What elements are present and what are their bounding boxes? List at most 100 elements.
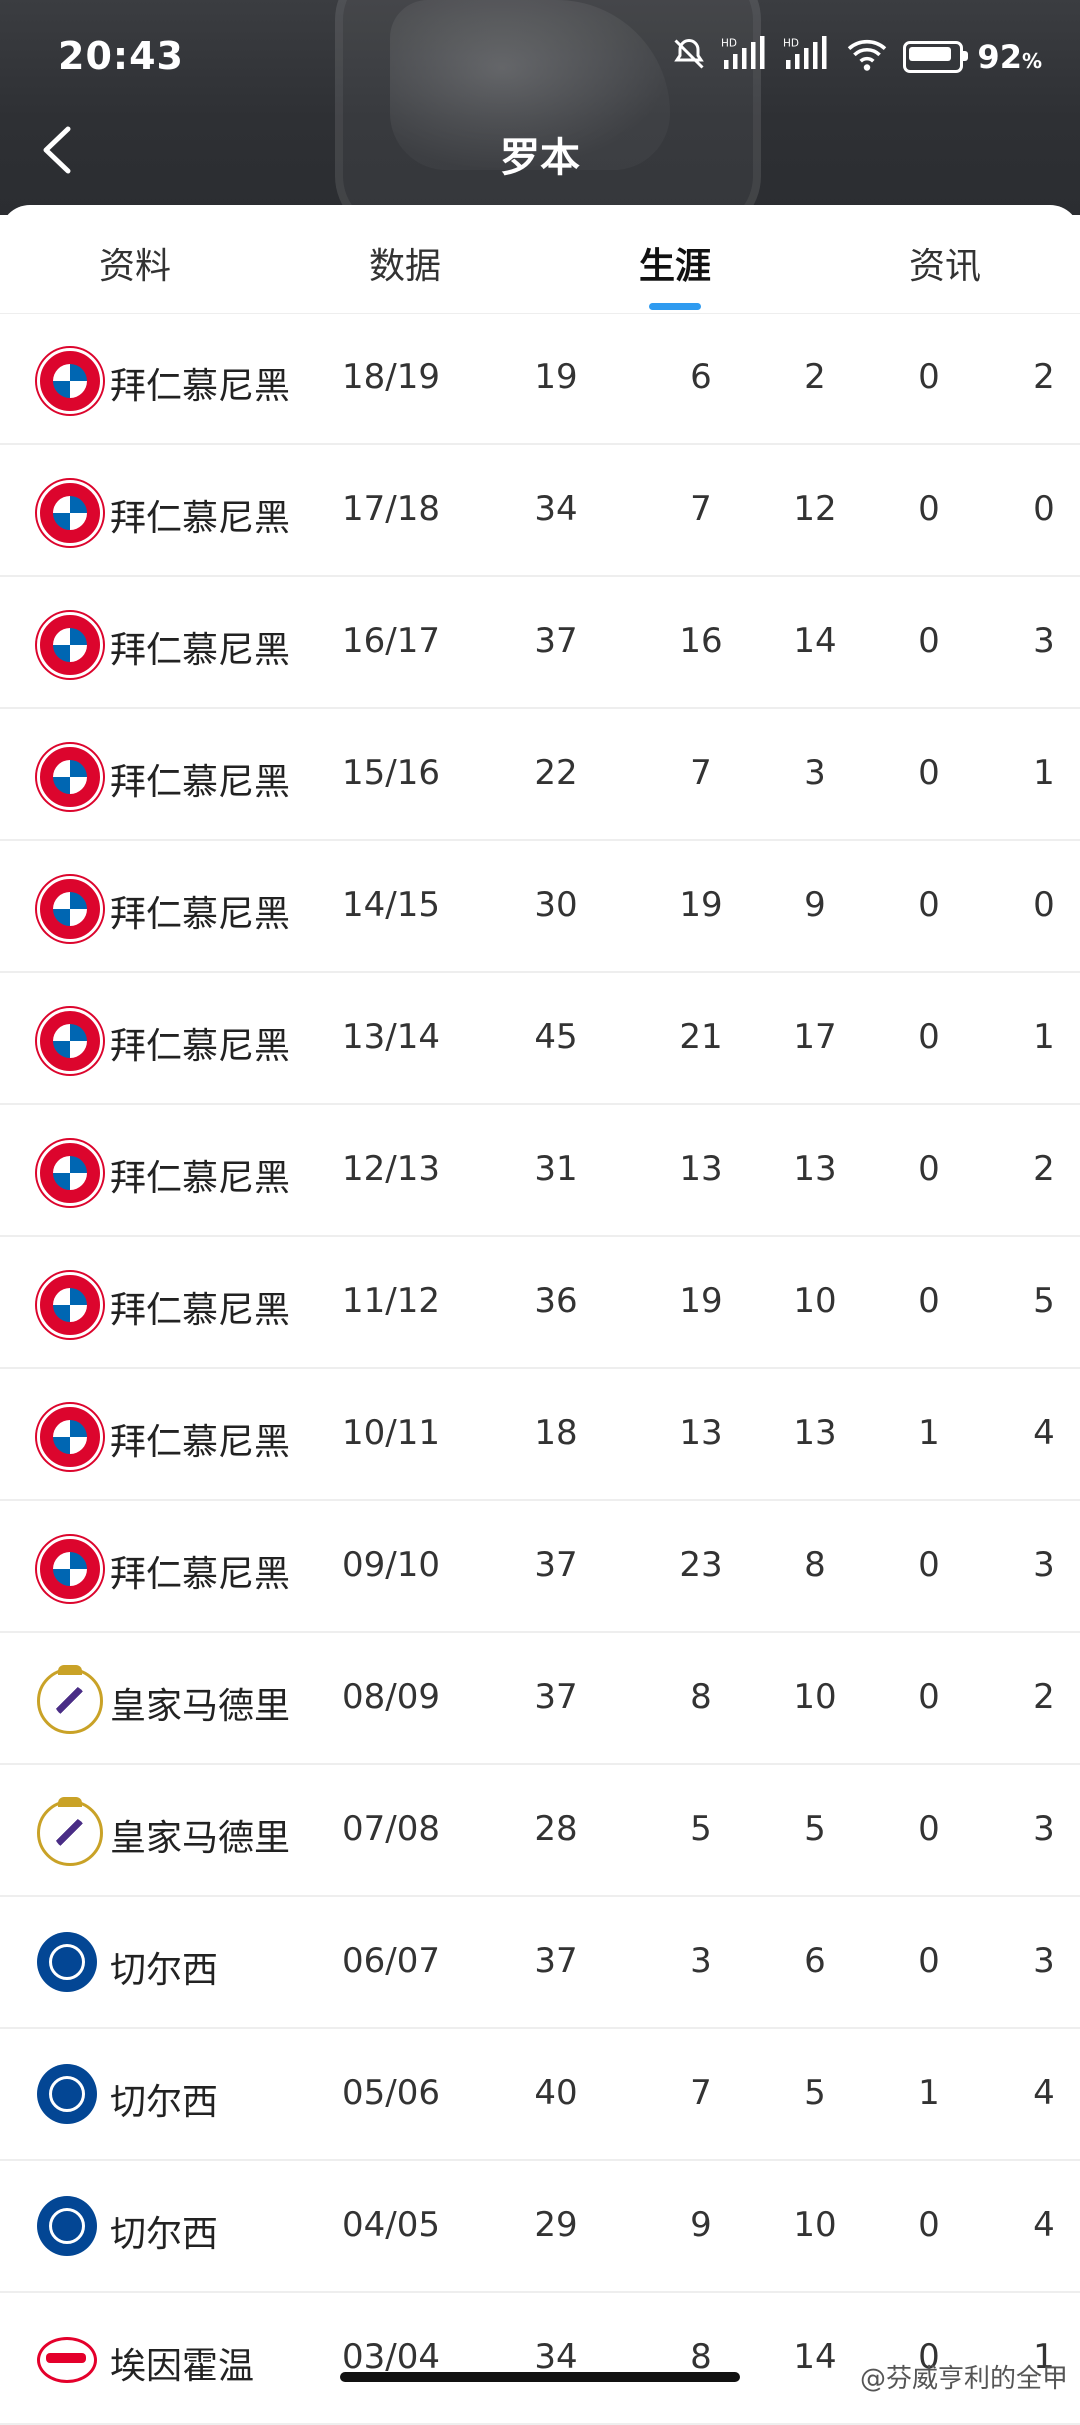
club-name: 拜仁慕尼黑 bbox=[110, 630, 291, 671]
red-cards-cell: 0 bbox=[918, 885, 940, 925]
club-name: 拜仁慕尼黑 bbox=[110, 894, 291, 935]
bayern-club-logo-icon bbox=[37, 612, 103, 678]
assists-cell: 13 bbox=[793, 1149, 837, 1189]
table-row[interactable]: 拜仁慕尼黑 10/11 18 13 13 1 4 bbox=[0, 1369, 1080, 1501]
status-icons: HD HD 92% bbox=[671, 32, 1042, 82]
appearances-cell: 36 bbox=[534, 1281, 578, 1321]
goals-cell: 7 bbox=[690, 489, 712, 529]
assists-cell: 10 bbox=[793, 2205, 837, 2245]
goals-cell: 8 bbox=[690, 2337, 712, 2377]
table-row[interactable]: 拜仁慕尼黑 17/18 34 7 12 0 0 bbox=[0, 445, 1080, 577]
yellow-cards-cell: 2 bbox=[1033, 1149, 1055, 1189]
goals-cell: 19 bbox=[679, 885, 723, 925]
tab-news[interactable]: 资讯 bbox=[810, 205, 1080, 313]
yellow-cards-cell: 0 bbox=[1033, 489, 1055, 529]
content-card: 资料 数据 生涯 资讯 拜仁慕尼黑 18/19 19 6 2 0 2 拜仁慕尼黑 17/18 34… bbox=[0, 205, 1080, 2425]
appearances-cell: 31 bbox=[534, 1149, 578, 1189]
yellow-cards-cell: 5 bbox=[1033, 1281, 1055, 1321]
yellow-cards-cell: 3 bbox=[1033, 1941, 1055, 1981]
appearances-cell: 45 bbox=[534, 1017, 578, 1057]
tab-career[interactable]: 生涯 bbox=[540, 205, 810, 313]
chelsea-club-logo-icon bbox=[37, 2064, 97, 2124]
assists-cell: 2 bbox=[804, 357, 826, 397]
goals-cell: 3 bbox=[690, 1941, 712, 1981]
tab-profile[interactable]: 资料 bbox=[0, 205, 270, 313]
red-cards-cell: 0 bbox=[918, 1545, 940, 1585]
chelsea-club-logo-icon bbox=[37, 1932, 97, 1992]
red-cards-cell: 0 bbox=[918, 1017, 940, 1057]
season-cell: 11/12 bbox=[342, 1281, 440, 1321]
table-row[interactable]: 拜仁慕尼黑 14/15 30 19 9 0 0 bbox=[0, 841, 1080, 973]
table-row[interactable]: 拜仁慕尼黑 12/13 31 13 13 0 2 bbox=[0, 1105, 1080, 1237]
appearances-cell: 37 bbox=[534, 1941, 578, 1981]
assists-cell: 9 bbox=[804, 885, 826, 925]
status-bar: 20:43 HD HD 92% bbox=[0, 0, 1080, 115]
player-header: 20:43 HD HD 92% 罗本 bbox=[0, 0, 1080, 215]
red-cards-cell: 0 bbox=[918, 489, 940, 529]
season-cell: 06/07 bbox=[342, 1941, 440, 1981]
club-name: 切尔西 bbox=[110, 1950, 219, 1991]
bayern-club-logo-icon bbox=[37, 348, 103, 414]
nav-bar: 罗本 bbox=[0, 115, 1080, 215]
watermark: @芬威亨利的全甲 bbox=[859, 2364, 1068, 2394]
season-cell: 14/15 bbox=[342, 885, 440, 925]
season-cell: 15/16 bbox=[342, 753, 440, 793]
appearances-cell: 34 bbox=[534, 489, 578, 529]
yellow-cards-cell: 4 bbox=[1033, 2205, 1055, 2245]
table-row[interactable]: 皇家马德里 07/08 28 5 5 0 3 bbox=[0, 1765, 1080, 1897]
psv-club-logo-icon bbox=[37, 2337, 97, 2383]
appearances-cell: 30 bbox=[534, 885, 578, 925]
season-cell: 09/10 bbox=[342, 1545, 440, 1585]
appearances-cell: 37 bbox=[534, 1545, 578, 1585]
season-cell: 16/17 bbox=[342, 621, 440, 661]
appearances-cell: 40 bbox=[534, 2073, 578, 2113]
club-name: 拜仁慕尼黑 bbox=[110, 498, 291, 539]
table-row[interactable]: 切尔西 06/07 37 3 6 0 3 bbox=[0, 1897, 1080, 2029]
club-name: 切尔西 bbox=[110, 2082, 219, 2123]
goals-cell: 7 bbox=[690, 2073, 712, 2113]
yellow-cards-cell: 3 bbox=[1033, 621, 1055, 661]
club-name: 皇家马德里 bbox=[110, 1818, 291, 1859]
red-cards-cell: 0 bbox=[918, 1281, 940, 1321]
table-row[interactable]: 拜仁慕尼黑 13/14 45 21 17 0 1 bbox=[0, 973, 1080, 1105]
club-name: 拜仁慕尼黑 bbox=[110, 762, 291, 803]
table-row[interactable]: 拜仁慕尼黑 16/17 37 16 14 0 3 bbox=[0, 577, 1080, 709]
red-cards-cell: 0 bbox=[918, 2205, 940, 2245]
season-cell: 04/05 bbox=[342, 2205, 440, 2245]
table-row[interactable]: 皇家马德里 08/09 37 8 10 0 2 bbox=[0, 1633, 1080, 1765]
club-name: 拜仁慕尼黑 bbox=[110, 1158, 291, 1199]
table-row[interactable]: 拜仁慕尼黑 15/16 22 7 3 0 1 bbox=[0, 709, 1080, 841]
assists-cell: 12 bbox=[793, 489, 837, 529]
home-indicator[interactable] bbox=[340, 2372, 740, 2382]
red-cards-cell: 1 bbox=[918, 1413, 940, 1453]
bayern-club-logo-icon bbox=[37, 1536, 103, 1602]
season-cell: 05/06 bbox=[342, 2073, 440, 2113]
wifi-icon bbox=[845, 36, 889, 78]
assists-cell: 17 bbox=[793, 1017, 837, 1057]
table-row[interactable]: 拜仁慕尼黑 09/10 37 23 8 0 3 bbox=[0, 1501, 1080, 1633]
assists-cell: 5 bbox=[804, 2073, 826, 2113]
table-row[interactable]: 拜仁慕尼黑 18/19 19 6 2 0 2 bbox=[0, 313, 1080, 445]
page-title: 罗本 bbox=[500, 135, 580, 181]
svg-text:HD: HD bbox=[783, 38, 799, 50]
yellow-cards-cell: 4 bbox=[1033, 2073, 1055, 2113]
tab-stats[interactable]: 数据 bbox=[270, 205, 540, 313]
table-row[interactable]: 切尔西 04/05 29 9 10 0 4 bbox=[0, 2161, 1080, 2293]
goals-cell: 23 bbox=[679, 1545, 723, 1585]
yellow-cards-cell: 2 bbox=[1033, 1677, 1055, 1717]
club-name: 埃因霍温 bbox=[110, 2346, 255, 2387]
bayern-club-logo-icon bbox=[37, 480, 103, 546]
real-club-logo-icon bbox=[37, 1665, 103, 1734]
table-row[interactable]: 切尔西 05/06 40 7 5 1 4 bbox=[0, 2029, 1080, 2161]
appearances-cell: 37 bbox=[534, 1677, 578, 1717]
svg-text:HD: HD bbox=[721, 38, 737, 50]
real-club-logo-icon bbox=[37, 1797, 103, 1866]
yellow-cards-cell: 2 bbox=[1033, 357, 1055, 397]
assists-cell: 10 bbox=[793, 1281, 837, 1321]
signal-hd-icon: HD bbox=[721, 36, 769, 78]
red-cards-cell: 0 bbox=[918, 1149, 940, 1189]
red-cards-cell: 1 bbox=[918, 2073, 940, 2113]
goals-cell: 9 bbox=[690, 2205, 712, 2245]
table-row[interactable]: 拜仁慕尼黑 11/12 36 19 10 0 5 bbox=[0, 1237, 1080, 1369]
goals-cell: 8 bbox=[690, 1677, 712, 1717]
